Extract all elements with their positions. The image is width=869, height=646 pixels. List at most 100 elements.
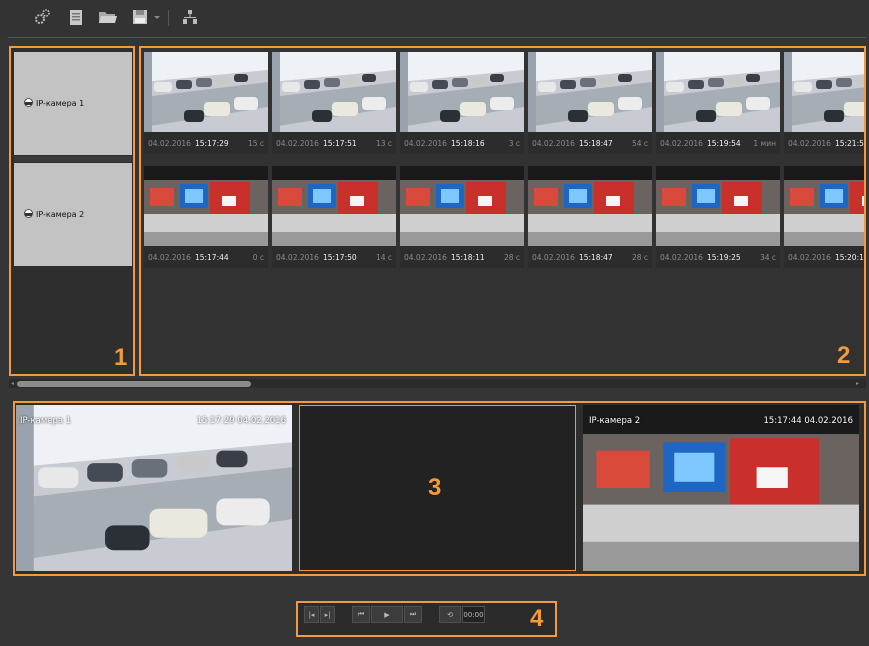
thumbnail-time: 15:21:54 bbox=[834, 138, 866, 148]
thumbnail-image bbox=[272, 52, 396, 132]
thumbnail-time: 15:18:16 bbox=[450, 138, 485, 148]
scroll-left-icon[interactable]: ◂ bbox=[11, 379, 17, 388]
thumbnail-caption: 04.02.2016 15:19:54 1 мин bbox=[656, 132, 780, 154]
thumbnail-time: 15:19:54 bbox=[706, 138, 741, 148]
thumbnail-caption: 04.02.2016 15:19:25 34 с bbox=[656, 246, 780, 268]
thumbnail-duration: 14 с bbox=[375, 252, 392, 262]
thumbnail-image bbox=[528, 166, 652, 246]
thumbnail-time: 15:17:51 bbox=[322, 138, 357, 148]
thumbnail-duration: 28 с bbox=[631, 252, 648, 262]
toolbar-divider bbox=[168, 10, 169, 26]
thumbnail-image bbox=[656, 52, 780, 132]
thumbnail-image bbox=[528, 52, 652, 132]
settings-gears-icon[interactable] bbox=[32, 7, 52, 27]
time-display: 00:00 bbox=[462, 606, 485, 623]
thumbnail-date: 04.02.2016 bbox=[148, 252, 191, 262]
thumbnail-tile[interactable]: 04.02.2016 15:17:44 0 с bbox=[144, 166, 268, 268]
list-divider bbox=[14, 156, 132, 162]
region-number-3: 3 bbox=[428, 474, 442, 501]
thumbnail-caption: 04.02.2016 15:17:51 13 с bbox=[272, 132, 396, 154]
thumbnail-duration: 15 с bbox=[247, 138, 264, 148]
thumbnail-caption: 04.02.2016 15:17:44 0 с bbox=[144, 246, 268, 268]
thumbnail-caption: 04.02.2016 15:18:47 28 с bbox=[528, 246, 652, 268]
save-icon[interactable] bbox=[130, 7, 150, 27]
thumbnail-tile[interactable]: 04.02.2016 15:17:29 15 с bbox=[144, 52, 268, 154]
thumbnail-tile[interactable]: 04.02.2016 15:19:25 34 с bbox=[656, 166, 780, 268]
skip-start-icon[interactable]: ⏮ bbox=[352, 606, 370, 623]
camera-list-item-1[interactable]: IP-камера 1 bbox=[14, 52, 132, 155]
thumbnail-tile[interactable]: 04.02.2016 15:18:11 28 с bbox=[400, 166, 524, 268]
scrollbar-thumb[interactable] bbox=[17, 381, 251, 387]
thumbnail-image bbox=[144, 166, 268, 246]
thumbnail-date: 04.02.2016 bbox=[276, 138, 319, 148]
camera-list-item-2[interactable]: IP-камера 2 bbox=[14, 163, 132, 266]
thumbnail-caption: 04.02.2016 15:21:54 bbox=[784, 132, 866, 154]
region-number-2: 2 bbox=[837, 342, 851, 369]
thumbnail-image bbox=[400, 166, 524, 246]
video-pane-empty[interactable]: 3 bbox=[299, 405, 576, 571]
thumbnail-image bbox=[400, 52, 524, 132]
thumbnail-time: 15:19:25 bbox=[706, 252, 741, 262]
thumbnail-tile[interactable]: 04.02.2016 15:18:47 28 с bbox=[528, 166, 652, 268]
thumbnail-tile[interactable]: 04.02.2016 15:21:54 bbox=[784, 52, 866, 154]
thumbnail-time: 15:18:47 bbox=[578, 252, 613, 262]
toolbar bbox=[0, 0, 869, 36]
thumbnail-caption: 04.02.2016 15:17:29 15 с bbox=[144, 132, 268, 154]
thumbnail-date: 04.02.2016 bbox=[788, 252, 831, 262]
thumbnail-image bbox=[272, 166, 396, 246]
video-camera-label: IP-камера 1 bbox=[20, 416, 72, 426]
thumbnail-tile[interactable]: 04.02.2016 15:19:54 1 мин bbox=[656, 52, 780, 154]
document-icon[interactable] bbox=[66, 7, 86, 27]
thumbnail-image bbox=[784, 166, 866, 246]
thumbnail-tile[interactable]: 04.02.2016 15:17:50 14 с bbox=[272, 166, 396, 268]
thumbnail-caption: 04.02.2016 15:20:10 bbox=[784, 246, 866, 268]
thumbnail-tile[interactable]: 04.02.2016 15:18:16 3 с bbox=[400, 52, 524, 154]
thumbnail-tile[interactable]: 04.02.2016 15:18:47 54 с bbox=[528, 52, 652, 154]
thumbnail-date: 04.02.2016 bbox=[660, 138, 703, 148]
play-icon[interactable]: ▶ bbox=[371, 606, 403, 623]
thumbnail-image bbox=[144, 52, 268, 132]
thumbnail-caption: 04.02.2016 15:18:47 54 с bbox=[528, 132, 652, 154]
thumbnail-duration: 1 мин bbox=[753, 138, 776, 148]
folder-open-icon[interactable] bbox=[98, 7, 118, 27]
thumbnail-date: 04.02.2016 bbox=[404, 138, 447, 148]
video-pane-right[interactable]: IP-камера 2 15:17:44 04.02.2016 bbox=[583, 405, 859, 571]
camera-icon bbox=[24, 98, 33, 109]
video-timestamp: 15:17:44 04.02.2016 bbox=[763, 416, 853, 426]
loop-icon[interactable]: ⟲ bbox=[439, 606, 461, 623]
thumbnail-date: 04.02.2016 bbox=[532, 138, 575, 148]
step-back-icon[interactable]: |◂ bbox=[304, 606, 319, 623]
thumbnail-date: 04.02.2016 bbox=[148, 138, 191, 148]
thumbnail-tile[interactable]: 04.02.2016 15:17:51 13 с bbox=[272, 52, 396, 154]
skip-end-icon[interactable]: ⏭ bbox=[404, 606, 422, 623]
thumbnail-caption: 04.02.2016 15:17:50 14 с bbox=[272, 246, 396, 268]
scroll-right-icon[interactable]: ▸ bbox=[856, 379, 862, 388]
thumbnail-duration: 3 с bbox=[508, 138, 520, 148]
video-pane-left[interactable]: IP-камера 1 15:17:29 04.02.2016 bbox=[16, 405, 292, 571]
thumbnail-time: 15:17:29 bbox=[194, 138, 229, 148]
step-forward-icon[interactable]: ▸| bbox=[320, 606, 335, 623]
thumbnail-grid: 04.02.2016 15:17:29 15 с 04.02.2016 15:17:51… bbox=[139, 46, 866, 376]
thumbnail-time: 15:20:10 bbox=[834, 252, 866, 262]
dropdown-arrow-icon[interactable] bbox=[152, 7, 162, 27]
thumbnail-duration: 34 с bbox=[759, 252, 776, 262]
thumbnail-duration: 13 с bbox=[375, 138, 392, 148]
thumbnail-duration: 54 с bbox=[631, 138, 648, 148]
network-icon[interactable] bbox=[180, 7, 200, 27]
thumbnail-time: 15:17:44 bbox=[194, 252, 229, 262]
thumbnail-time: 15:18:47 bbox=[578, 138, 613, 148]
camera-icon bbox=[24, 209, 33, 220]
toolbar-separator bbox=[8, 37, 866, 38]
camera-list-label: IP-камера 2 bbox=[36, 210, 85, 219]
thumbnail-date: 04.02.2016 bbox=[404, 252, 447, 262]
video-camera-label: IP-камера 2 bbox=[589, 416, 641, 426]
thumbnail-date: 04.02.2016 bbox=[660, 252, 703, 262]
region-number-4: 4 bbox=[530, 605, 544, 632]
thumbnail-image bbox=[656, 166, 780, 246]
camera-list-panel: IP-камера 1 IP-камера 2 1 bbox=[9, 46, 135, 376]
thumbnail-date: 04.02.2016 bbox=[788, 138, 831, 148]
camera-list-label: IP-камера 1 bbox=[36, 99, 85, 108]
thumbnail-time: 15:17:50 bbox=[322, 252, 357, 262]
thumbnail-tile[interactable]: 04.02.2016 15:20:10 bbox=[784, 166, 866, 268]
thumbnail-caption: 04.02.2016 15:18:16 3 с bbox=[400, 132, 524, 154]
